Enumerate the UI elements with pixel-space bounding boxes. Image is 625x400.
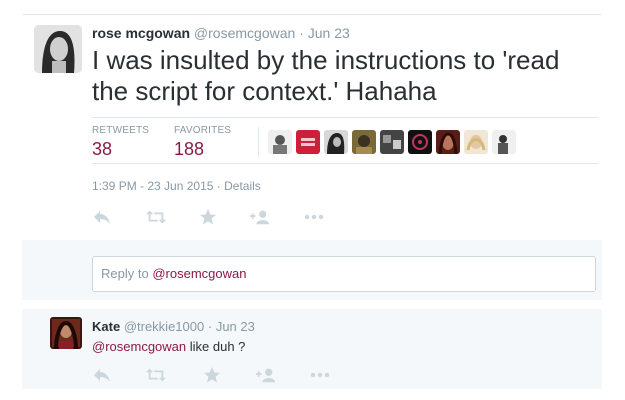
retweet-icon <box>146 210 166 224</box>
reply-area: Reply to @rosemcgowan <box>22 240 602 300</box>
more-icon <box>304 214 324 220</box>
favoriter-avatar[interactable] <box>324 130 348 154</box>
reply-text-mention[interactable]: @rosemcgowan <box>92 339 186 354</box>
avatar[interactable] <box>34 25 82 73</box>
follow-button[interactable] <box>250 207 270 227</box>
favoriter-avatar[interactable] <box>408 130 432 154</box>
favoriter-avatar[interactable] <box>268 130 292 154</box>
meta-separator: · <box>216 179 221 193</box>
favoriter-avatar[interactable] <box>352 130 376 154</box>
retweet-button[interactable] <box>146 207 166 227</box>
main-tweet: rose mcgowan @rosemcgowan · Jun 23 I was… <box>22 15 602 239</box>
favoriter-avatar[interactable] <box>380 130 404 154</box>
reply-button[interactable] <box>92 207 112 227</box>
full-timestamp[interactable]: 1:39 PM - 23 Jun 2015 <box>92 179 213 193</box>
more-icon <box>310 372 330 378</box>
reply-text: @rosemcgowan like duh ? <box>92 339 245 354</box>
favoriter-avatar[interactable] <box>436 130 460 154</box>
favorites-stat[interactable]: FAVORITES 188 <box>174 125 231 160</box>
tweet-date[interactable]: Jun 23 <box>308 25 350 41</box>
favoriter-avatar[interactable] <box>492 130 516 154</box>
stats-divider <box>258 127 259 157</box>
retweet-button[interactable] <box>146 365 166 385</box>
author-name[interactable]: rose mcgowan <box>92 25 190 41</box>
reply-date[interactable]: Jun 23 <box>216 319 255 334</box>
tweet-text: I was insulted by the instructions to 'r… <box>92 45 560 106</box>
more-button[interactable] <box>304 207 324 227</box>
retweets-count: 38 <box>92 139 113 159</box>
reply-input[interactable]: Reply to @rosemcgowan <box>92 256 596 292</box>
reply-icon <box>94 369 110 382</box>
reply-author-name[interactable]: Kate <box>92 319 120 334</box>
favorite-button[interactable] <box>198 207 218 227</box>
reply-header-separator: · <box>207 319 213 334</box>
favorite-icon <box>200 209 216 225</box>
favorites-count: 188 <box>174 139 205 159</box>
retweets-label: RETWEETS <box>92 125 150 136</box>
details-link[interactable]: Details <box>224 179 261 193</box>
follow-button[interactable] <box>256 365 276 385</box>
reply-author-handle[interactable]: @trekkie1000 <box>124 319 204 334</box>
favoriter-avatar[interactable] <box>464 130 488 154</box>
tweet-meta: 1:39 PM - 23 Jun 2015 · Details <box>92 179 261 193</box>
author-handle[interactable]: @rosemcgowan <box>194 25 295 41</box>
reply-text-body: like duh ? <box>189 339 246 354</box>
favorite-icon <box>204 367 220 383</box>
more-button[interactable] <box>310 365 330 385</box>
header-separator: · <box>299 25 304 41</box>
reply-prefix: Reply to <box>101 266 149 281</box>
follow-icon <box>250 210 270 225</box>
follow-icon <box>256 368 276 383</box>
reply-mention: @rosemcgowan <box>152 266 247 281</box>
favorites-label: FAVORITES <box>174 125 232 136</box>
reply-icon <box>94 211 110 224</box>
favorite-button[interactable] <box>202 365 222 385</box>
tweet-stats: RETWEETS 38 FAVORITES 188 <box>92 117 598 164</box>
avatar[interactable] <box>50 317 82 349</box>
tweet-header: rose mcgowan @rosemcgowan · Jun 23 <box>92 25 350 41</box>
reply-tweet[interactable]: Kate @trekkie1000 · Jun 23 @rosemcgowan … <box>22 309 602 389</box>
retweet-icon <box>146 368 166 382</box>
favoriter-avatar[interactable] <box>296 130 320 154</box>
reply-button[interactable] <box>92 365 112 385</box>
retweets-stat[interactable]: RETWEETS 38 <box>92 125 149 160</box>
reply-header: Kate @trekkie1000 · Jun 23 <box>92 319 255 334</box>
